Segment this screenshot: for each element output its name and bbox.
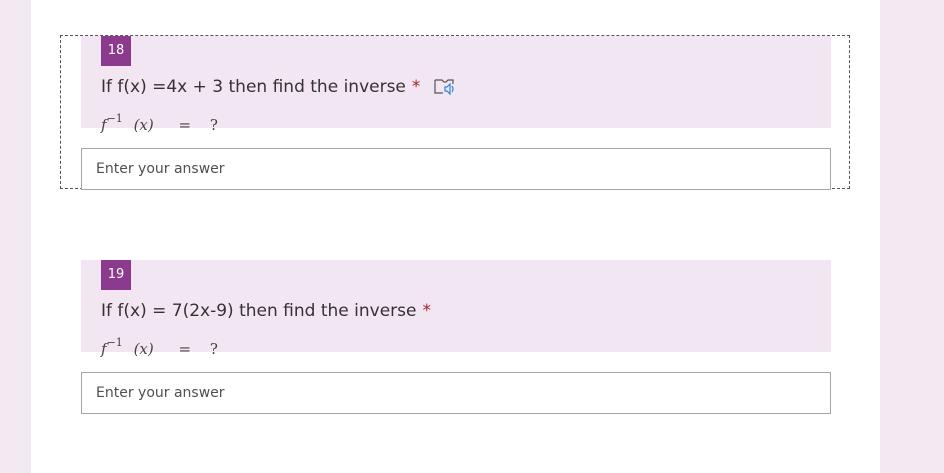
question-title: If f(x) =4x + 3 then find the inverse * (101, 77, 456, 97)
formula-argument: (x) (133, 340, 154, 358)
question-title: If f(x) = 7(2x-9) then find the inverse … (101, 301, 431, 321)
question-formula: f−1 (x) = ? (101, 112, 218, 134)
question-number-badge: 19 (101, 260, 131, 290)
immersive-reader-icon[interactable] (434, 78, 456, 96)
required-asterisk: * (422, 301, 431, 321)
formula-argument: (x) (133, 116, 154, 134)
question-number-badge: 18 (101, 36, 131, 66)
question-18: 18 If f(x) =4x + 3 then find the inverse… (81, 36, 831, 134)
formula-equals: = (178, 340, 192, 358)
formula-equals: = (178, 116, 192, 134)
answer-input[interactable] (81, 372, 831, 414)
question-19: 19 If f(x) = 7(2x-9) then find the inver… (81, 260, 831, 358)
required-asterisk: * (411, 77, 421, 97)
formula-unknown: ? (209, 340, 218, 358)
formula-exponent: −1 (106, 336, 123, 349)
question-formula: f−1 (x) = ? (101, 336, 218, 358)
formula-function: f (101, 116, 107, 134)
formula-exponent: −1 (106, 112, 123, 125)
question-title-text: If f(x) = 7(2x-9) then find the inverse (101, 301, 417, 321)
formula-function: f (101, 340, 107, 358)
question-title-text: If f(x) =4x + 3 then find the inverse (101, 77, 406, 97)
answer-input[interactable] (81, 148, 831, 190)
formula-unknown: ? (209, 116, 218, 134)
